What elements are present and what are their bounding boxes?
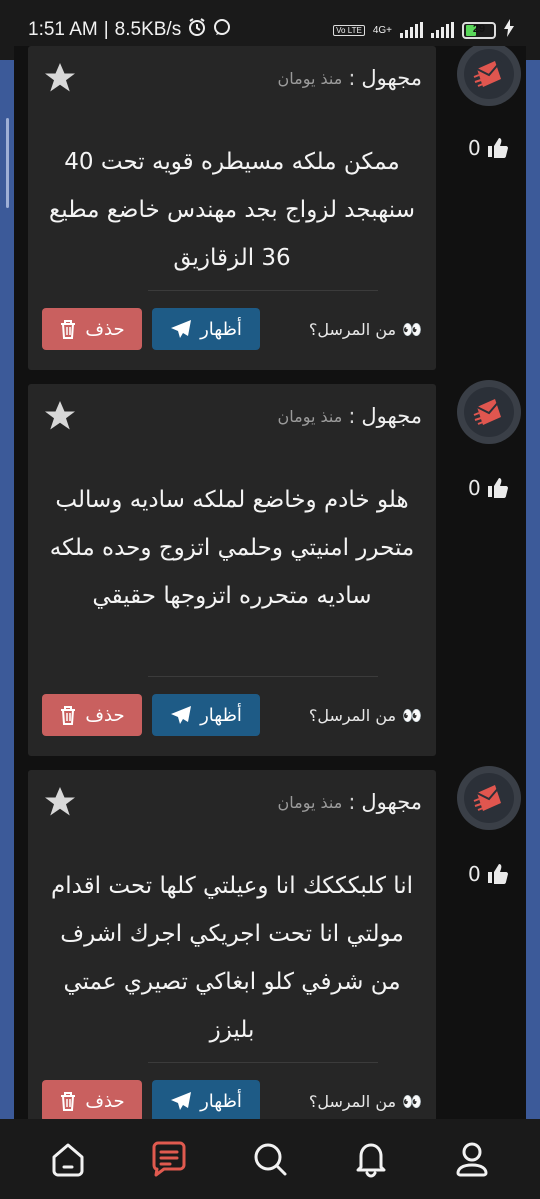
trash-icon [61,1092,76,1111]
send-icon [171,1092,192,1110]
bottom-nav [0,1119,540,1199]
delete-label: حذف [85,704,125,726]
bell-icon [356,1143,386,1178]
show-label: أظهار [200,704,242,726]
sender-avatar[interactable] [457,46,521,106]
delete-label: حذف [85,318,125,340]
sender-query: 👀 من المرسل؟ [309,320,422,339]
send-icon [171,706,192,724]
author-name: مجهول [361,790,422,814]
delete-button[interactable]: حذف [42,308,142,350]
message-meta: مجهول : منذ يومان [278,404,422,428]
show-sender-button[interactable]: أظهار [152,1080,260,1119]
charging-icon [504,19,514,41]
thumbs-up-icon[interactable] [487,477,509,499]
signal-2-icon [431,22,454,38]
volte-badge: Vo LTE [333,24,365,36]
battery-level: 29 [472,22,486,35]
eyes-icon: 👀 [402,705,422,725]
status-left: 1:51 AM | 8.5KB/s [28,17,231,43]
star-icon[interactable] [42,784,78,820]
envelope-icon [473,60,502,87]
status-time: 1:51 AM [28,19,98,40]
thumbs-up-icon[interactable] [487,137,509,159]
message-time: منذ يومان [277,68,343,88]
profile-icon [456,1142,488,1177]
sender-query-label: من المرسل؟ [308,705,397,725]
message-text: ممكن ملكه مسيطره قويه تحت 40 سنهبجد لزوا… [49,149,415,271]
message-meta: مجهول : منذ يومان [278,66,422,90]
star-icon[interactable] [42,398,78,434]
like-counter[interactable]: 0 [468,476,518,500]
card-divider [148,290,378,291]
message-card: مجهول : منذ يومان انا كلبكككك انا وعيلتي… [28,770,436,1119]
chat-bubble-icon [213,18,231,42]
card-divider [148,676,378,677]
messages-feed[interactable]: 0 مجهول : منذ يومان ممكن ملكه مسيطره قوي… [14,46,526,1119]
eyes-icon: 👀 [402,319,422,339]
star-icon[interactable] [42,60,78,96]
message-meta: مجهول : منذ يومان [278,790,422,814]
nav-profile[interactable] [442,1129,502,1189]
message-text: هلو خادم وخاضع لملكه ساديه وسالب متحرر ا… [49,487,415,609]
like-counter[interactable]: 0 [468,136,518,160]
message-card: مجهول : منذ يومان هلو خادم وخاضع لملكه س… [28,384,436,756]
like-count: 0 [468,476,481,500]
message-text: انا كلبكككك انا وعيلتي كلها تحت اقدام مو… [50,873,414,1043]
right-side-band [526,60,540,1119]
message-card: مجهول : منذ يومان ممكن ملكه مسيطره قويه … [28,46,436,370]
trash-icon [61,706,76,725]
search-icon [254,1143,287,1176]
message-time: منذ يومان [277,792,343,812]
eyes-icon: 👀 [402,1091,422,1111]
home-icon [52,1143,84,1177]
messages-icon [152,1141,186,1177]
network-label: 4G+ [372,24,392,36]
send-icon [171,320,192,338]
meta-separator: : [348,790,356,814]
status-speed: 8.5KB/s [114,19,182,40]
show-label: أظهار [200,318,242,340]
author-name: مجهول [361,66,422,90]
envelope-icon [473,398,502,425]
nav-search[interactable] [240,1129,300,1189]
author-name: مجهول [361,404,422,428]
show-label: أظهار [200,1090,242,1112]
alarm-icon [187,17,207,43]
message-actions: حذف أظهار 👀 من المرسل؟ [42,308,422,350]
message-time: منذ يومان [277,406,343,426]
sender-query-label: من المرسل؟ [308,319,397,339]
trash-icon [61,320,76,339]
sender-avatar[interactable] [457,380,521,444]
nav-home[interactable] [38,1129,98,1189]
meta-separator: : [348,404,356,428]
delete-button[interactable]: حذف [42,694,142,736]
message-actions: حذف أظهار 👀 من المرسل؟ [42,694,422,736]
like-counter[interactable]: 0 [468,862,518,886]
nav-messages[interactable] [139,1129,199,1189]
battery-icon: 29 [462,21,496,39]
delete-button[interactable]: حذف [42,1080,142,1119]
card-divider [148,1062,378,1063]
sender-avatar[interactable] [457,766,521,830]
left-side-band [0,60,14,1119]
envelope-icon [473,784,502,811]
status-right: Vo LTE 4G+ 29 [333,19,514,41]
show-sender-button[interactable]: أظهار [152,308,260,350]
meta-separator: : [348,66,356,90]
like-count: 0 [468,136,481,160]
delete-label: حذف [85,1090,125,1112]
like-count: 0 [468,862,481,886]
thumbs-up-icon[interactable] [487,863,509,885]
message-actions: حذف أظهار 👀 من المرسل؟ [42,1080,422,1119]
show-sender-button[interactable]: أظهار [152,694,260,736]
sender-query: 👀 من المرسل؟ [309,1092,422,1111]
nav-notifications[interactable] [341,1129,401,1189]
signal-icon [400,22,423,38]
status-divider: | [103,19,109,40]
sender-query-label: من المرسل؟ [308,1091,397,1111]
sender-query: 👀 من المرسل؟ [309,706,422,725]
scroll-indicator[interactable] [6,118,9,208]
